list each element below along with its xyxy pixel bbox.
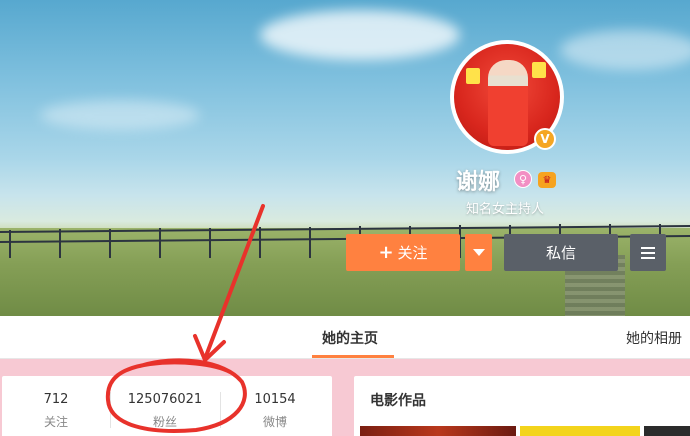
female-icon: ♀ (514, 170, 532, 188)
followers-count: 125076021 (127, 392, 203, 407)
vip-icon[interactable]: ♛ (538, 172, 556, 188)
cloud (560, 30, 690, 70)
avatar-decoration (532, 62, 546, 78)
divider (110, 392, 111, 428)
message-label: 私信 (545, 244, 576, 262)
stat-posts[interactable]: 10154 微博 (225, 392, 325, 430)
profile-description: 知名女主持人 (466, 202, 545, 217)
avatar-decoration (466, 68, 480, 84)
cloud (40, 100, 200, 130)
movie-works-card: 电影作品 (354, 376, 690, 436)
plus-icon: + (378, 242, 394, 263)
stat-following[interactable]: 712 关注 (6, 392, 106, 430)
profile-name: 谢娜 (456, 170, 501, 195)
following-count: 712 (43, 392, 69, 407)
stat-followers[interactable]: 125076021 粉丝 (115, 392, 215, 430)
message-button[interactable]: 私信 (504, 234, 618, 271)
cloud (260, 10, 460, 60)
movie-poster[interactable] (360, 426, 516, 436)
follow-button[interactable]: + 关注 (346, 234, 460, 271)
menu-icon-line (641, 246, 655, 249)
follow-label: 关注 (397, 244, 428, 262)
profile-tab-bar: 她的主页 她的相册 (0, 316, 690, 359)
following-label: 关注 (43, 415, 68, 429)
tab-album[interactable]: 她的相册 (626, 328, 682, 348)
menu-icon-line (641, 251, 655, 254)
follow-dropdown-button[interactable] (465, 234, 492, 271)
posts-label: 微博 (262, 415, 287, 429)
avatar-figure (488, 60, 528, 146)
movie-poster[interactable] (520, 426, 640, 436)
verified-icon: V (534, 128, 556, 150)
stats-card: 712 关注 125076021 粉丝 10154 微博 (2, 376, 332, 436)
tab-home[interactable]: 她的主页 (322, 328, 378, 348)
more-menu-button[interactable] (630, 234, 666, 271)
divider (220, 392, 221, 428)
movie-works-title: 电影作品 (370, 393, 426, 409)
movie-poster[interactable] (644, 426, 690, 436)
followers-label: 粉丝 (152, 415, 177, 429)
active-tab-indicator (312, 355, 394, 358)
menu-icon-line (641, 256, 655, 259)
posts-count: 10154 (254, 392, 296, 407)
chevron-down-icon (472, 249, 485, 256)
